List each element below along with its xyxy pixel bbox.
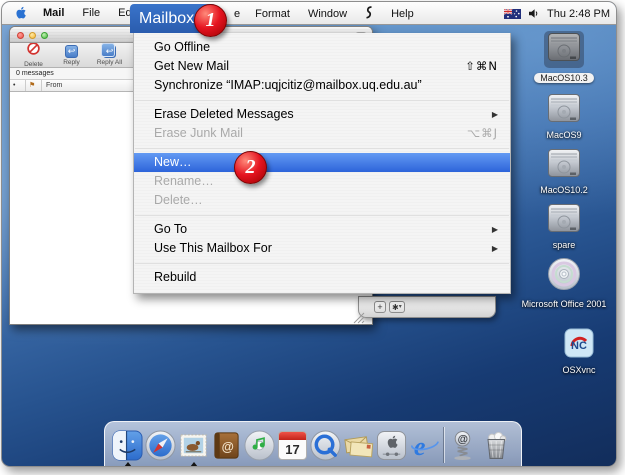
hard-drive-icon [547,32,581,62]
dock-item-stamps[interactable] [342,425,375,465]
menu-item-rebuild[interactable]: Rebuild [134,268,510,287]
menu-item-use-this-mailbox-for[interactable]: Use This Mailbox For▶ [134,239,510,258]
dock-item-address-book[interactable] [210,425,243,465]
menu-item-erase-junk-mail: Erase Junk Mail⌥⌘J [134,124,510,143]
add-mailbox-button[interactable]: + [374,301,386,313]
desktop-icon-office2001[interactable]: Microsoft Office 2001 [506,255,617,309]
trash-full-icon [480,429,512,461]
menu-separator [134,95,510,105]
desktop-icon-label: MacOS10.3 [534,73,594,83]
desktop-icon-label: OSXvnc [543,365,615,375]
menu-item-get-new-mail[interactable]: Get New Mail⇧⌘N [134,57,510,76]
desktop-icon-label: MacOS10.2 [528,185,600,195]
desktop-icon-osxvnc[interactable]: OSXvnc [543,327,615,375]
menubar-item-window[interactable]: Window [299,8,356,20]
australian-flag-icon[interactable] [504,9,521,19]
at-spring-icon [447,430,478,461]
vnc-app-icon [564,328,594,358]
desktop-icon-label: Microsoft Office 2001 [506,299,617,309]
applescript-icon [365,6,373,19]
reply-all-icon: ↩ [103,45,116,58]
system-preferences-icon [376,430,407,461]
submenu-arrow-icon: ▶ [492,105,498,124]
hard-drive-icon [547,93,581,123]
dock-item-itunes[interactable] [243,425,276,465]
menu-item-rename: Rename… [134,172,510,191]
delete-button[interactable]: Delete [17,42,50,68]
submenu-arrow-icon: ▶ [492,220,498,239]
hard-drive-icon [547,148,581,178]
menu-item-erase-deleted-messages[interactable]: Erase Deleted Messages▶ [134,105,510,124]
desktop-icon-macos103[interactable]: MacOS10.3 [528,31,600,86]
action-menu-button[interactable]: ✱▾ [389,301,405,313]
running-indicator [190,462,198,467]
hard-drive-icon [547,203,581,233]
desktop-icon-macos102[interactable]: MacOS10.2 [528,147,600,195]
desktop-icon-macos9[interactable]: MacOS9 [528,92,600,140]
dock: 17 [104,421,522,466]
menubar-item-file[interactable]: File [73,7,109,19]
apple-logo-icon [14,6,26,20]
dock-separator [443,427,444,463]
minimize-button[interactable] [29,32,36,39]
ical-icon: 17 [278,431,307,460]
address-book-icon [211,430,242,461]
menu-separator [134,258,510,268]
apple-menu[interactable] [2,6,34,20]
menubar-item-mail[interactable]: Mail [34,7,73,19]
desktop-icon-spare[interactable]: spare [528,202,600,250]
zoom-button[interactable] [41,32,48,39]
annotation-step-1-badge: 1 [194,4,227,37]
desktop: Mail File Edit Vi e Format Window Help [1,1,617,467]
dock-item-finder[interactable] [111,425,144,465]
submenu-arrow-icon: ▶ [492,239,498,258]
delete-icon [27,42,40,55]
menubar-item-help[interactable]: Help [382,8,423,20]
desktop-icon-label: spare [528,240,600,250]
dock-item-mail[interactable] [177,425,210,465]
safari-icon [145,430,176,461]
window-resize-grip[interactable] [351,310,365,324]
running-indicator [124,462,132,467]
menubar-item-message[interactable]: e [234,8,246,20]
mail-stamp-icon [178,430,209,461]
dock-item-system-preferences[interactable] [375,425,408,465]
quicktime-icon [310,430,341,461]
itunes-icon [244,430,275,461]
volume-icon[interactable] [529,9,539,18]
reply-all-button[interactable]: ↩ Reply All [93,45,126,66]
applescript-menu[interactable] [356,6,382,22]
internet-explorer-icon [409,430,440,461]
menu-bar: Mail File Edit Vi e Format Window Help [2,2,616,25]
menu-separator [134,143,510,153]
menu-item-new[interactable]: New… [134,153,510,172]
menu-item-delete: Delete… [134,191,510,210]
menubar-item-format[interactable]: Format [246,8,299,20]
menubar-clock[interactable]: Thu 2:48 PM [547,8,610,20]
mailbox-menu: Go Offline Get New Mail⇧⌘N Synchronize “… [133,33,511,294]
column-read-status[interactable]: • [10,80,26,91]
desktop-icon-label: MacOS9 [528,130,600,140]
annotation-step-2-badge: 2 [234,151,267,184]
dock-item-internet-explorer[interactable] [408,425,441,465]
close-button[interactable] [17,32,24,39]
finder-icon [112,430,143,461]
dock-item-safari[interactable] [144,425,177,465]
dock-item-quicktime[interactable] [309,425,342,465]
dock-item-at-spring[interactable] [446,425,479,465]
reply-button[interactable]: ↩ Reply [55,45,88,66]
gear-icon: ✱ [392,303,399,312]
menu-separator [134,210,510,220]
menu-item-go-offline[interactable]: Go Offline [134,38,510,57]
menu-item-go-to[interactable]: Go To▶ [134,220,510,239]
dock-item-trash[interactable] [479,425,512,465]
mailbox-drawer-bottom-bar: + ✱▾ [358,296,496,318]
menu-item-synchronize[interactable]: Synchronize “IMAP:uqjcitiz@mailbox.uq.ed… [134,76,510,95]
cd-disc-icon [546,256,582,292]
dock-item-ical[interactable]: 17 [276,425,309,465]
column-flag[interactable]: ⚑ [26,80,42,91]
envelopes-icon [343,431,375,460]
reply-icon: ↩ [65,45,78,58]
